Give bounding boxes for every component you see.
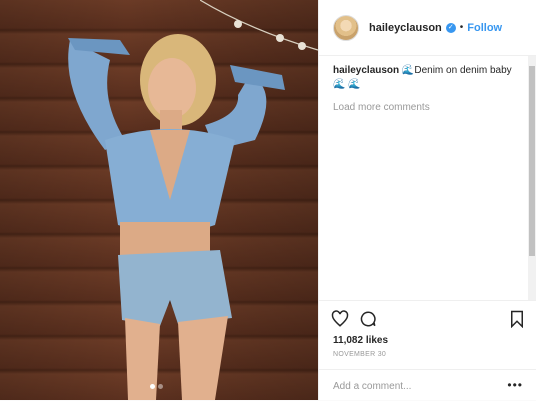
post-photo[interactable] <box>0 0 318 400</box>
more-options-button[interactable]: ••• <box>507 378 523 392</box>
scrollbar-thumb[interactable] <box>529 66 535 256</box>
action-icons <box>331 310 377 328</box>
heart-icon[interactable] <box>331 310 349 328</box>
post-header: haileyclauson ✓ • Follow <box>319 0 536 56</box>
carousel-dot <box>158 384 163 389</box>
post-date: NOVEMBER 30 <box>333 351 387 358</box>
header-username[interactable]: haileyclauson <box>369 22 442 34</box>
add-comment-bar: ••• <box>319 369 536 401</box>
caption: haileyclauson 🌊Denim on denim baby🌊 🌊 <box>333 64 515 92</box>
comment-icon[interactable] <box>359 310 377 328</box>
bookmark-icon[interactable] <box>509 310 525 328</box>
comments-scrollbar[interactable] <box>528 56 536 300</box>
carousel-indicator <box>150 384 163 389</box>
carousel-dot-active <box>150 384 155 389</box>
avatar[interactable] <box>333 14 359 41</box>
caption-username[interactable]: haileyclauson <box>333 65 399 76</box>
model-figure-illustration <box>68 34 285 400</box>
comments-section: haileyclauson 🌊Denim on denim baby🌊 🌊 Lo… <box>319 56 529 300</box>
comment-input[interactable] <box>333 376 503 396</box>
load-more-comments-link[interactable]: Load more comments <box>333 102 515 113</box>
header-separator: • <box>459 22 464 33</box>
verified-badge-icon: ✓ <box>445 22 456 33</box>
follow-button[interactable]: Follow <box>467 22 502 34</box>
post-actions: 11,082 likes NOVEMBER 30 ••• <box>319 300 536 400</box>
likes-count[interactable]: 11,082 likes <box>333 335 388 346</box>
post-side-panel: haileyclauson ✓ • Follow haileyclauson 🌊… <box>318 0 536 400</box>
instagram-post: haileyclauson ✓ • Follow haileyclauson 🌊… <box>0 0 536 400</box>
